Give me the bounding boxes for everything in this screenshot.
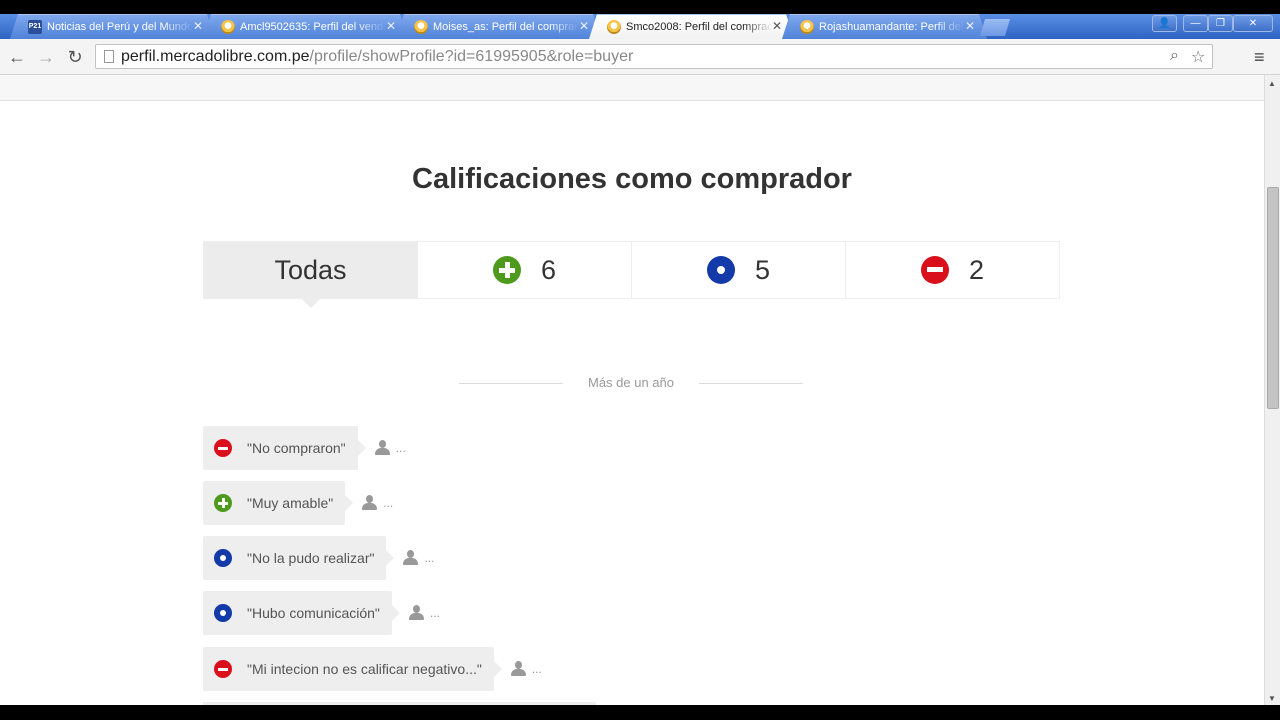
url-path: /profile/showProfile?id=61995905&role=bu… — [309, 47, 634, 65]
page-title: Calificaciones como comprador — [412, 163, 852, 195]
rating-filters: Todas 6 5 2 — [203, 241, 1060, 308]
mercadolibre-icon — [221, 19, 235, 34]
rating-comment-bubble: "Muy amable" — [203, 481, 354, 525]
mercadolibre-icon — [607, 19, 621, 34]
rating-user-name: ... — [383, 496, 394, 510]
divider-line — [459, 383, 563, 384]
rating-item: "Mi intecion no es calificar negativo...… — [203, 647, 542, 691]
rating-comment-bubble: "No la pudo realizar" — [203, 536, 395, 580]
restore-button[interactable]: ❐ — [1208, 15, 1233, 32]
filter-all[interactable]: Todas — [204, 242, 418, 308]
address-bar[interactable]: perfil.mercadolibre.com.pe/profile/showP… — [95, 44, 1213, 69]
scroll-up-icon[interactable]: ▲ — [1268, 79, 1276, 88]
tab-title: Moises_as: Perfil del comprador — [433, 20, 579, 33]
rating-user[interactable]: ... — [374, 440, 406, 456]
reload-button[interactable]: ↻ — [64, 46, 86, 68]
rating-comment: "No la pudo realizar" — [247, 550, 375, 566]
close-icon[interactable]: ✕ — [386, 19, 396, 33]
rating-item: "Muy amable" ... — [203, 481, 393, 525]
minimize-button[interactable]: — — [1183, 15, 1208, 32]
divider-line — [699, 383, 803, 384]
bookmark-star-icon[interactable]: ☆ — [1191, 47, 1205, 67]
bottom-bar — [0, 705, 1280, 720]
tab-title: Noticias del Perú y del Mundo — [47, 20, 193, 33]
mercadolibre-icon — [414, 19, 428, 34]
filter-positive[interactable]: 6 — [418, 242, 632, 298]
page-icon — [104, 50, 114, 63]
filter-negative[interactable]: 2 — [846, 242, 1059, 298]
period-label: Más de un año — [587, 375, 674, 390]
rating-user-name: ... — [424, 551, 435, 565]
back-button[interactable]: ← — [6, 46, 28, 68]
rating-comment: "Muy amable" — [247, 495, 334, 511]
tab-smco[interactable]: Smco2008: Perfil del comprador ✕ — [589, 14, 794, 39]
close-icon[interactable]: ✕ — [193, 19, 203, 33]
menu-icon[interactable]: ≡ — [1254, 47, 1265, 68]
rating-item: "Hubo comunicación" ... — [203, 591, 440, 635]
tab-amcl[interactable]: Amcl9502635: Perfil del vendedor ✕ — [203, 14, 408, 39]
rating-comment: "No compraron" — [247, 440, 346, 456]
neutral-icon — [706, 256, 735, 284]
positive-count: 6 — [540, 254, 557, 285]
user-icon — [408, 605, 424, 621]
neutral-icon — [214, 604, 232, 622]
new-tab-button[interactable] — [980, 19, 1010, 36]
rating-user-name: ... — [531, 662, 542, 676]
negative-icon — [214, 439, 232, 457]
rating-comment: "Mi intecion no es calificar negativo...… — [247, 661, 482, 677]
close-window-button[interactable]: ✕ — [1233, 15, 1273, 32]
url-host: perfil.mercadolibre.com.pe — [121, 47, 310, 65]
close-icon[interactable]: ✕ — [965, 19, 975, 33]
rating-item: "No compraron" ... — [203, 426, 406, 470]
mercadolibre-icon — [800, 19, 814, 34]
user-icon — [374, 440, 390, 456]
rating-user-name: ... — [395, 441, 406, 455]
rating-item: "No la pudo realizar" ... — [203, 536, 434, 580]
close-icon[interactable]: ✕ — [579, 19, 589, 33]
scroll-down-icon[interactable]: ▼ — [1268, 694, 1276, 703]
rating-user[interactable]: ... — [362, 495, 393, 511]
user-icon — [403, 550, 419, 566]
filter-neutral[interactable]: 5 — [632, 242, 846, 298]
negative-count: 2 — [968, 254, 985, 285]
positive-icon — [492, 256, 521, 284]
user-icon — [362, 495, 378, 511]
close-icon[interactable]: ✕ — [772, 19, 782, 33]
tab-strip: P21 Noticias del Perú y del Mundo ✕ Amcl… — [0, 14, 1280, 39]
tab-moises[interactable]: Moises_as: Perfil del comprador ✕ — [396, 14, 601, 39]
scrollbar-thumb[interactable] — [1267, 187, 1279, 409]
zoom-icon[interactable]: ⌕ — [1170, 47, 1179, 65]
user-icon[interactable]: 👤 — [1152, 15, 1177, 32]
user-icon — [510, 661, 526, 677]
neutral-icon — [214, 549, 232, 567]
negative-icon — [214, 660, 232, 678]
negative-icon — [920, 256, 949, 284]
filter-all-label: Todas — [274, 254, 347, 285]
tab-title: Amcl9502635: Perfil del vendedor — [240, 20, 386, 33]
tab-noticias[interactable]: P21 Noticias del Perú y del Mundo ✕ — [10, 14, 215, 39]
rating-user[interactable]: ... — [510, 661, 542, 677]
tab-rojas[interactable]: Rojashuamandante: Perfil del ✕ — [782, 14, 987, 39]
rating-user[interactable]: ... — [408, 605, 440, 621]
rating-comment-bubble: "Mi intecion no es calificar negativo...… — [203, 647, 502, 691]
rating-comment-bubble: "Hubo comunicación" — [203, 591, 400, 635]
header-band — [0, 75, 1264, 101]
rating-comment: "Hubo comunicación" — [247, 605, 380, 621]
rating-user-name: ... — [429, 606, 440, 620]
browser-toolbar: ← → ↻ perfil.mercadolibre.com.pe/profile… — [0, 39, 1280, 75]
tab-title: Smco2008: Perfil del comprador — [626, 20, 772, 33]
page-content: Calificaciones como comprador Todas 6 5 … — [0, 75, 1264, 705]
rating-comment-bubble: "No compraron" — [203, 426, 366, 470]
period-divider: Más de un año — [459, 375, 803, 390]
positive-icon — [214, 494, 232, 512]
rating-user[interactable]: ... — [403, 550, 434, 566]
neutral-count: 5 — [754, 254, 771, 285]
tab-title: Rojashuamandante: Perfil del — [819, 20, 964, 33]
p21-icon: P21 — [28, 19, 42, 34]
vertical-scrollbar[interactable]: ▲ ▼ — [1264, 75, 1280, 705]
forward-button[interactable]: → — [35, 46, 57, 68]
